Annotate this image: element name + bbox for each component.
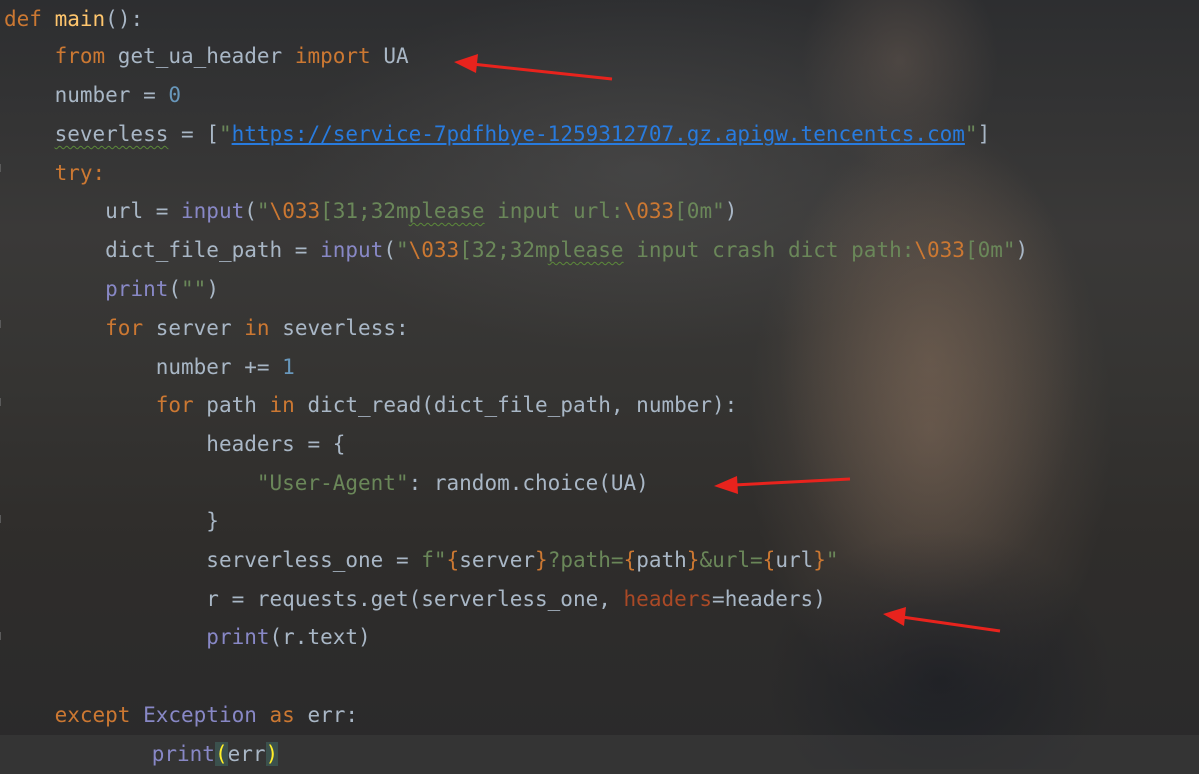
arrow-line bbox=[901, 615, 1001, 633]
arrow-line bbox=[471, 62, 613, 81]
arrow-head bbox=[714, 476, 738, 494]
annotation-arrows bbox=[454, 54, 1001, 633]
arrow-headers-param bbox=[883, 607, 1001, 633]
arrow-head bbox=[883, 607, 906, 626]
arrow-random-choice bbox=[714, 476, 851, 494]
arrow-import-ua bbox=[454, 54, 613, 81]
arrow-line bbox=[733, 477, 851, 487]
arrow-head bbox=[454, 54, 478, 73]
